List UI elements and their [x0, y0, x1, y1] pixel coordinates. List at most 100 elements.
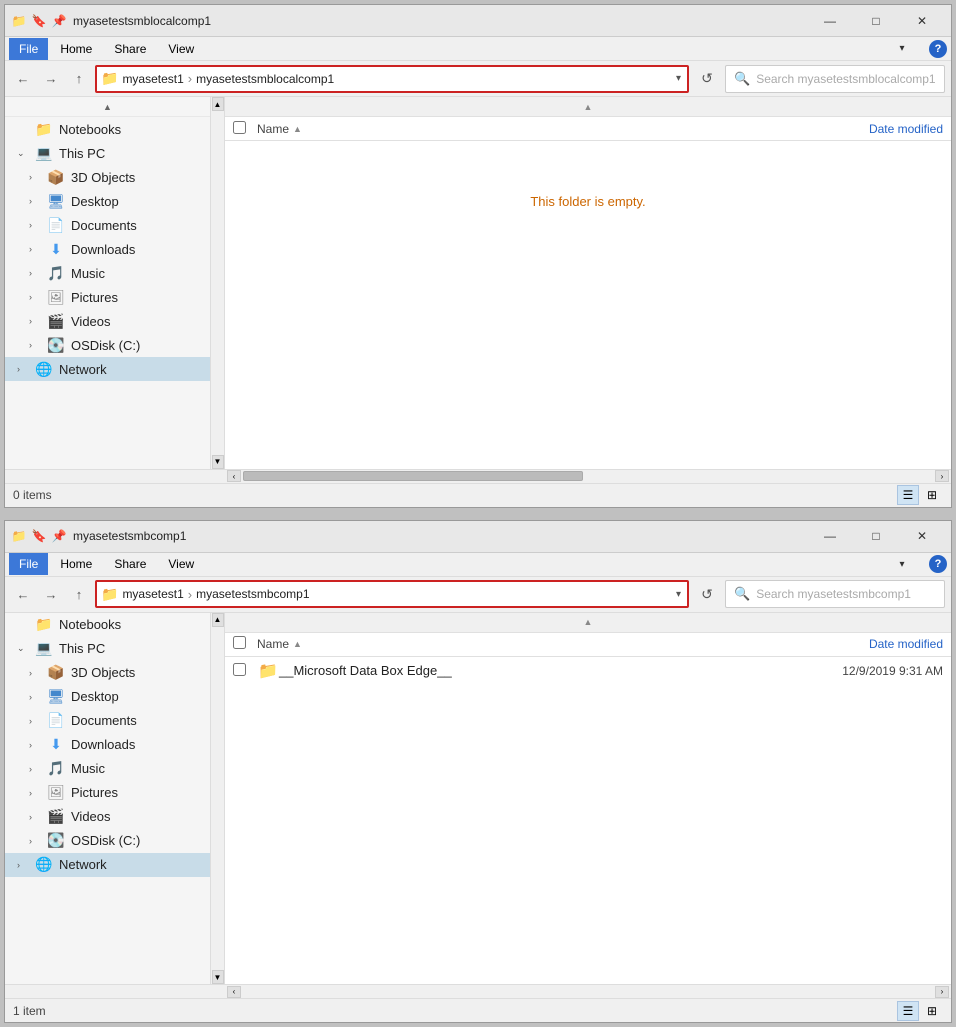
address-box-2[interactable]: 📁 myasetest1 › myasetestsmbcomp1 ▾: [95, 580, 689, 608]
menu-collapse-btn-1[interactable]: ▾: [879, 35, 925, 63]
network-label-2: Network: [59, 857, 202, 872]
back-button-1[interactable]: ←: [11, 67, 35, 91]
up-button-2[interactable]: ↑: [67, 582, 91, 606]
window-title-1: myasetestsmblocalcomp1: [73, 14, 801, 28]
sidebar-item-osdisk-2[interactable]: › 💽 OSDisk (C:): [5, 829, 210, 853]
close-button-2[interactable]: ✕: [899, 522, 945, 550]
vscroll-up-1[interactable]: ▲: [212, 97, 224, 111]
content-scroll-up-2[interactable]: ▲: [225, 613, 951, 633]
sidebar-item-downloads-2[interactable]: › ⬇ Downloads: [5, 733, 210, 757]
videos-icon-2: 🎬: [47, 808, 65, 825]
back-button-2[interactable]: ←: [11, 582, 35, 606]
sidebar-item-videos-1[interactable]: › 🎬 Videos: [5, 309, 210, 333]
minimize-button-1[interactable]: —: [807, 7, 853, 35]
hscroll-right-1[interactable]: ›: [935, 470, 949, 482]
sidebar-item-pictures-1[interactable]: › 🖼 Pictures: [5, 285, 210, 309]
menu-view-2[interactable]: View: [158, 553, 204, 575]
sidebar-item-pictures-2[interactable]: › 🖼 Pictures: [5, 781, 210, 805]
downloads-icon-2: ⬇: [47, 736, 65, 753]
help-button-2[interactable]: ?: [929, 555, 947, 573]
vscroll-down-2[interactable]: ▼: [212, 970, 224, 984]
select-all-checkbox-2[interactable]: [233, 636, 246, 649]
col-date-header-2[interactable]: Date modified: [783, 637, 943, 651]
minimize-button-2[interactable]: —: [807, 522, 853, 550]
menu-file-1[interactable]: File: [9, 38, 48, 60]
search-box-2[interactable]: 🔍 Search myasetestsmbcomp1: [725, 580, 945, 608]
forward-button-2[interactable]: →: [39, 582, 63, 606]
sidebar-item-documents-1[interactable]: › 📄 Documents: [5, 213, 210, 237]
sort-arrow-1: ▲: [293, 124, 302, 134]
details-view-btn-1[interactable]: ☰: [897, 485, 919, 505]
forward-button-1[interactable]: →: [39, 67, 63, 91]
hscroll-left-1[interactable]: ‹: [227, 470, 241, 482]
sidebar-item-network-2[interactable]: › 🌐 Network: [5, 853, 210, 877]
vscroll-up-2[interactable]: ▲: [212, 613, 224, 627]
search-icon-1: 🔍: [734, 71, 750, 87]
maximize-button-2[interactable]: □: [853, 522, 899, 550]
maximize-button-1[interactable]: □: [853, 7, 899, 35]
sidebar-item-videos-2[interactable]: › 🎬 Videos: [5, 805, 210, 829]
network-label-1: Network: [59, 362, 202, 377]
sidebar-item-music-1[interactable]: › 🎵 Music: [5, 261, 210, 285]
sort-arrow-2: ▲: [293, 639, 302, 649]
documents-icon-1: 📄: [47, 217, 65, 234]
menu-share-2[interactable]: Share: [104, 553, 156, 575]
videos-label-1: Videos: [71, 314, 202, 329]
sidebar-item-desktop-1[interactable]: › 🖥 Desktop: [5, 189, 210, 213]
sidebar-item-documents-2[interactable]: › 📄 Documents: [5, 709, 210, 733]
sidebar-item-music-2[interactable]: › 🎵 Music: [5, 757, 210, 781]
address-dropdown-2[interactable]: ▾: [674, 589, 683, 600]
help-button-1[interactable]: ?: [929, 40, 947, 58]
menu-view-1[interactable]: View: [158, 38, 204, 60]
search-box-1[interactable]: 🔍 Search myasetestsmblocalcomp1: [725, 65, 945, 93]
sidebar-item-osdisk-1[interactable]: › 💽 OSDisk (C:): [5, 333, 210, 357]
close-button-1[interactable]: ✕: [899, 7, 945, 35]
expand-arrow-desktop-1: ›: [29, 196, 41, 206]
sidebar-item-3d-1[interactable]: › 📦 3D Objects: [5, 165, 210, 189]
refresh-button-1[interactable]: ↺: [693, 65, 721, 93]
details-view-btn-2[interactable]: ☰: [897, 1001, 919, 1021]
expand-arrow-desktop-2: ›: [29, 692, 41, 702]
menu-file-2[interactable]: File: [9, 553, 48, 575]
hscroll-right-2[interactable]: ›: [935, 986, 949, 998]
col-name-header-1[interactable]: Name ▲: [257, 122, 783, 136]
file-row-0[interactable]: 📁 __Microsoft Data Box Edge__ 12/9/2019 …: [225, 657, 951, 685]
desktop-label-1: Desktop: [71, 194, 202, 209]
thispc-icon-2: 💻: [35, 640, 53, 657]
sidebar-item-desktop-2[interactable]: › 🖥 Desktop: [5, 685, 210, 709]
address-dropdown-1[interactable]: ▾: [674, 73, 683, 84]
select-all-checkbox-1[interactable]: [233, 121, 246, 134]
explorer-window-1: 📁 🔖 📌 myasetestsmblocalcomp1 — □ ✕ File …: [4, 4, 952, 508]
menu-home-2[interactable]: Home: [50, 553, 102, 575]
sidebar-item-downloads-1[interactable]: › ⬇ Downloads: [5, 237, 210, 261]
menu-share-1[interactable]: Share: [104, 38, 156, 60]
large-icon-view-btn-2[interactable]: ⊞: [921, 1001, 943, 1021]
menu-collapse-btn-2[interactable]: ▾: [879, 550, 925, 578]
sidebar-item-thispc-2[interactable]: ⌄ 💻 This PC: [5, 637, 210, 661]
address-box-1[interactable]: 📁 myasetest1 › myasetestsmblocalcomp1 ▾: [95, 65, 689, 93]
hscroll-thumb-1[interactable]: [243, 471, 583, 481]
menu-home-1[interactable]: Home: [50, 38, 102, 60]
col-date-header-1[interactable]: Date modified: [783, 122, 943, 136]
up-button-1[interactable]: ↑: [67, 67, 91, 91]
sidebar-item-notebooks-2[interactable]: 📁 Notebooks: [5, 613, 210, 637]
large-icon-view-btn-1[interactable]: ⊞: [921, 485, 943, 505]
refresh-button-2[interactable]: ↺: [693, 580, 721, 608]
notebooks-label-2: Notebooks: [59, 617, 202, 632]
vscroll-down-1[interactable]: ▼: [212, 455, 224, 469]
hscroll-left-2[interactable]: ‹: [227, 986, 241, 998]
sidebar-item-network-1[interactable]: › 🌐 Network: [5, 357, 210, 381]
sidebar-item-thispc-1[interactable]: ⌄ 💻 This PC: [5, 141, 210, 165]
sidebar-item-3d-2[interactable]: › 📦 3D Objects: [5, 661, 210, 685]
expand-arrow-pictures-1: ›: [29, 292, 41, 302]
sidebar-scroll-up-1[interactable]: ▲: [5, 97, 210, 117]
osdisk-icon-1: 💽: [47, 337, 65, 354]
file-name-0: __Microsoft Data Box Edge__: [279, 663, 783, 678]
sidebar-item-notebooks-1[interactable]: 📁 Notebooks: [5, 117, 210, 141]
pin-icon-1: 📌: [51, 13, 67, 29]
col-name-header-2[interactable]: Name ▲: [257, 637, 783, 651]
breadcrumb-icon-2: 📁: [101, 586, 118, 603]
content-scroll-up-1[interactable]: ▲: [225, 97, 951, 117]
file-checkbox-0[interactable]: [233, 663, 257, 679]
documents-icon-2: 📄: [47, 712, 65, 729]
